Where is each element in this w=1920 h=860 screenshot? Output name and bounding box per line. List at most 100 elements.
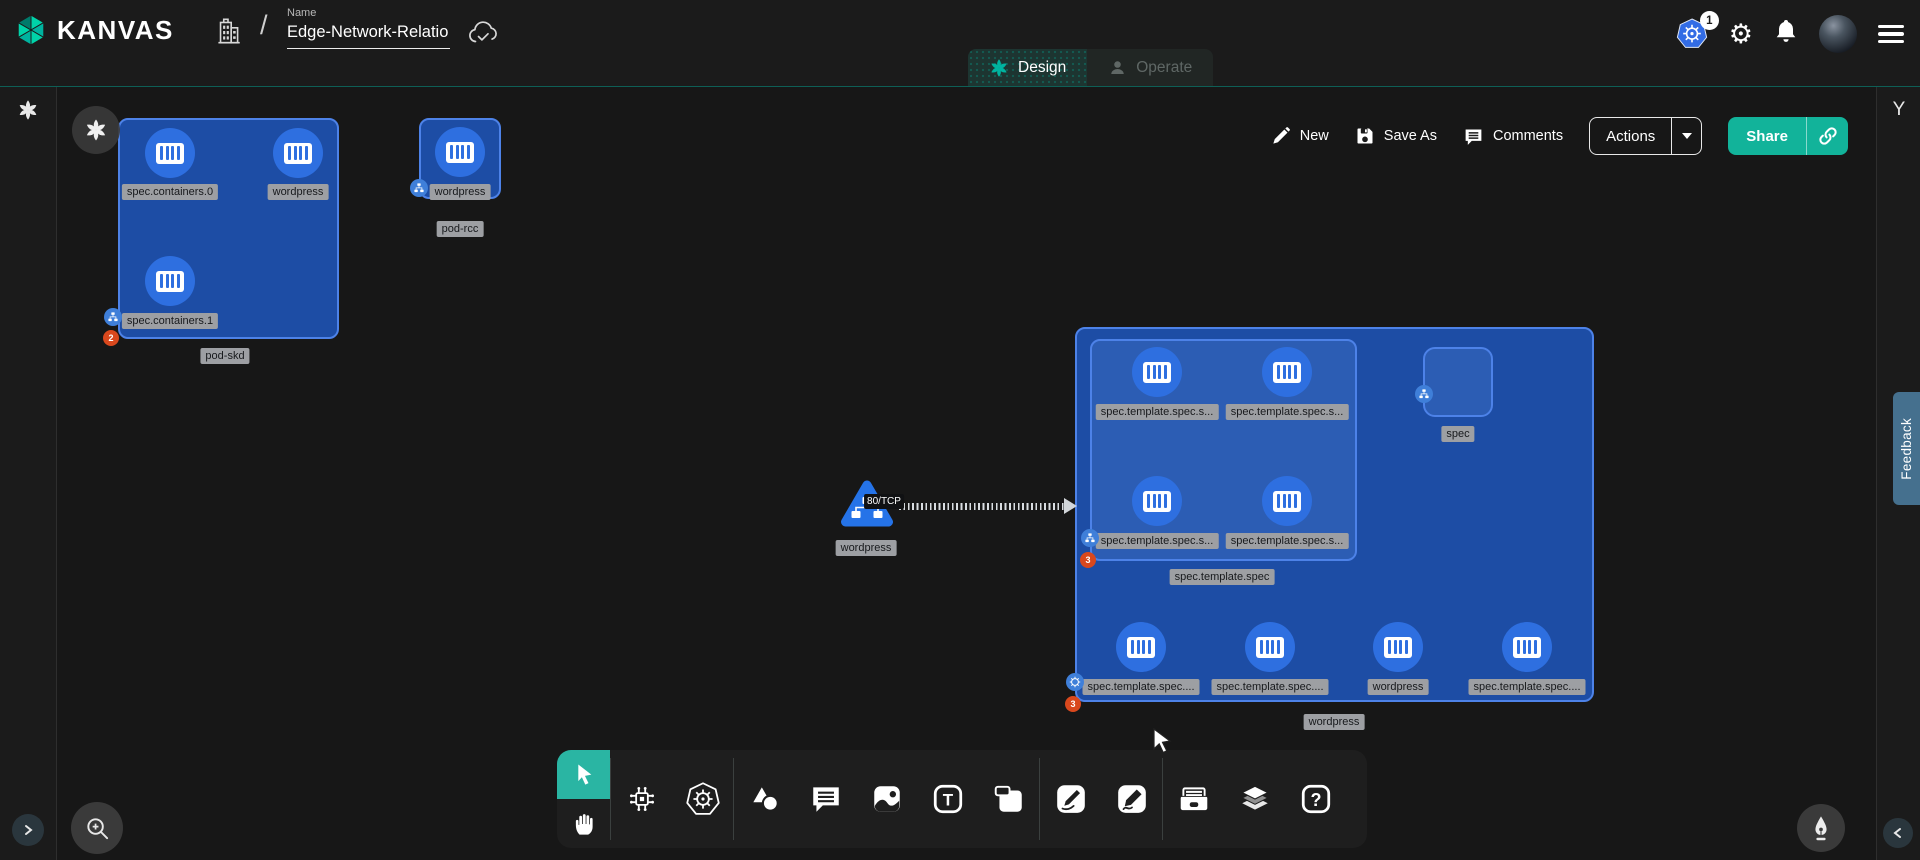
node-label: spec.template.spec.... bbox=[1083, 679, 1200, 695]
image-tool-button[interactable] bbox=[856, 750, 917, 848]
kanvas-spinner-icon[interactable] bbox=[17, 99, 39, 126]
tab-design[interactable]: Design bbox=[968, 49, 1087, 86]
pod-template-group[interactable] bbox=[1090, 339, 1357, 561]
kubernetes-context-button[interactable]: 1 bbox=[1676, 18, 1708, 50]
design-action-bar: New Save As Comments Actions bbox=[1271, 117, 1848, 155]
layers-button[interactable] bbox=[1224, 750, 1285, 848]
annotate-button[interactable] bbox=[1797, 804, 1845, 852]
node-label: wordpress bbox=[268, 184, 329, 200]
design-name-input[interactable] bbox=[287, 20, 450, 49]
top-bar: KANVAS / Name bbox=[0, 0, 1920, 87]
layers-icon bbox=[1237, 782, 1273, 816]
hierarchy-badge[interactable] bbox=[104, 308, 122, 326]
hand-icon bbox=[571, 811, 597, 837]
feedback-label: Feedback bbox=[1899, 418, 1914, 480]
share-button[interactable]: Share bbox=[1728, 117, 1848, 155]
share-label: Share bbox=[1728, 117, 1806, 155]
canvas-dock-widget[interactable] bbox=[72, 106, 120, 154]
new-button[interactable]: New bbox=[1271, 126, 1329, 146]
pen-line-icon bbox=[1054, 782, 1088, 816]
node-label: spec.template.spec.... bbox=[1469, 679, 1586, 695]
container-node[interactable] bbox=[273, 128, 323, 178]
container-node[interactable] bbox=[1502, 622, 1552, 672]
container-node[interactable] bbox=[1132, 347, 1182, 397]
feedback-tab[interactable]: Feedback bbox=[1893, 392, 1920, 505]
issue-count-badge[interactable]: 3 bbox=[1065, 696, 1081, 712]
tab-operate[interactable]: Operate bbox=[1087, 49, 1213, 86]
network-edge[interactable] bbox=[899, 503, 1067, 510]
shapes-tool-button[interactable] bbox=[734, 750, 795, 848]
comment-tool-button[interactable] bbox=[795, 750, 856, 848]
container-node[interactable] bbox=[1373, 622, 1423, 672]
container-node[interactable] bbox=[145, 256, 195, 306]
component-library-button[interactable] bbox=[611, 750, 672, 848]
container-node[interactable] bbox=[435, 127, 485, 177]
container-icon bbox=[1127, 637, 1155, 658]
circuit-icon bbox=[625, 782, 659, 816]
organization-icon[interactable] bbox=[214, 15, 242, 52]
text-tool-button[interactable]: T bbox=[917, 750, 978, 848]
helm-badge[interactable] bbox=[1066, 673, 1084, 691]
container-icon bbox=[1273, 362, 1301, 383]
container-icon bbox=[1256, 637, 1284, 658]
actions-button[interactable]: Actions bbox=[1589, 117, 1702, 155]
container-node[interactable] bbox=[1245, 622, 1295, 672]
container-node[interactable] bbox=[1262, 347, 1312, 397]
container-icon bbox=[446, 142, 474, 163]
hierarchy-badge[interactable] bbox=[1415, 385, 1433, 403]
comments-label: Comments bbox=[1493, 128, 1563, 144]
spec-node[interactable] bbox=[1423, 347, 1493, 417]
user-avatar[interactable] bbox=[1819, 15, 1857, 53]
kubernetes-wheel-icon bbox=[685, 781, 721, 817]
node-label: spec.template.spec.s... bbox=[1096, 404, 1219, 420]
select-tool-button[interactable] bbox=[557, 750, 610, 799]
freehand-draw-tool-button[interactable] bbox=[1101, 750, 1162, 848]
actions-label: Actions bbox=[1590, 118, 1671, 154]
comments-button[interactable]: Comments bbox=[1463, 126, 1563, 147]
kubernetes-components-button[interactable] bbox=[672, 750, 733, 848]
hamburger-menu-icon[interactable] bbox=[1878, 25, 1904, 44]
brand[interactable]: KANVAS bbox=[14, 13, 174, 47]
pan-tool-button[interactable] bbox=[557, 799, 610, 848]
hierarchy-badge[interactable] bbox=[1081, 529, 1099, 547]
kanvas-logo-icon bbox=[14, 13, 48, 47]
settings-gear-icon[interactable]: ⚙ bbox=[1729, 21, 1753, 48]
actions-dropdown-button[interactable] bbox=[1671, 118, 1701, 154]
container-node[interactable] bbox=[1262, 476, 1312, 526]
notifications-bell-icon[interactable] bbox=[1774, 18, 1798, 50]
design-flower-icon bbox=[989, 58, 1009, 78]
hierarchy-badge[interactable] bbox=[410, 179, 428, 197]
mouse-cursor-icon bbox=[1150, 727, 1174, 759]
link-icon bbox=[1817, 125, 1839, 147]
container-node[interactable] bbox=[1132, 476, 1182, 526]
saved-components-button[interactable] bbox=[1163, 750, 1224, 848]
kanvas-app: KANVAS / Name bbox=[0, 0, 1920, 860]
help-button[interactable]: ? bbox=[1285, 750, 1346, 848]
expand-right-panel-button[interactable] bbox=[1883, 818, 1913, 848]
node-label: spec.containers.0 bbox=[122, 184, 218, 200]
chevron-down-icon bbox=[1682, 133, 1692, 139]
operate-person-icon bbox=[1108, 58, 1127, 77]
container-node[interactable] bbox=[1116, 622, 1166, 672]
cursor-icon bbox=[571, 762, 597, 788]
note-tool-button[interactable] bbox=[978, 750, 1039, 848]
node-label: spec.template.spec.s... bbox=[1096, 533, 1219, 549]
validate-icon[interactable]: Y bbox=[1877, 99, 1920, 121]
container-node[interactable] bbox=[145, 128, 195, 178]
brand-name: KANVAS bbox=[57, 15, 174, 46]
zoom-button[interactable] bbox=[71, 802, 123, 854]
save-as-button[interactable]: Save As bbox=[1355, 126, 1437, 146]
node-label: wordpress bbox=[836, 540, 897, 556]
expand-left-panel-button[interactable] bbox=[12, 814, 44, 846]
issue-count-badge[interactable]: 2 bbox=[103, 330, 119, 346]
copy-link-button[interactable] bbox=[1806, 117, 1848, 155]
shapes-icon bbox=[748, 782, 782, 816]
edge-arrowhead-icon bbox=[1064, 498, 1077, 514]
breadcrumb-separator: / bbox=[260, 10, 268, 41]
line-draw-tool-button[interactable] bbox=[1040, 750, 1101, 848]
issue-count-badge[interactable]: 3 bbox=[1080, 552, 1096, 568]
node-label: wordpress bbox=[430, 184, 491, 200]
design-canvas[interactable]: Y Feedback New bbox=[0, 87, 1920, 860]
image-icon bbox=[870, 782, 904, 816]
node-label: spec.template.spec.... bbox=[1212, 679, 1329, 695]
